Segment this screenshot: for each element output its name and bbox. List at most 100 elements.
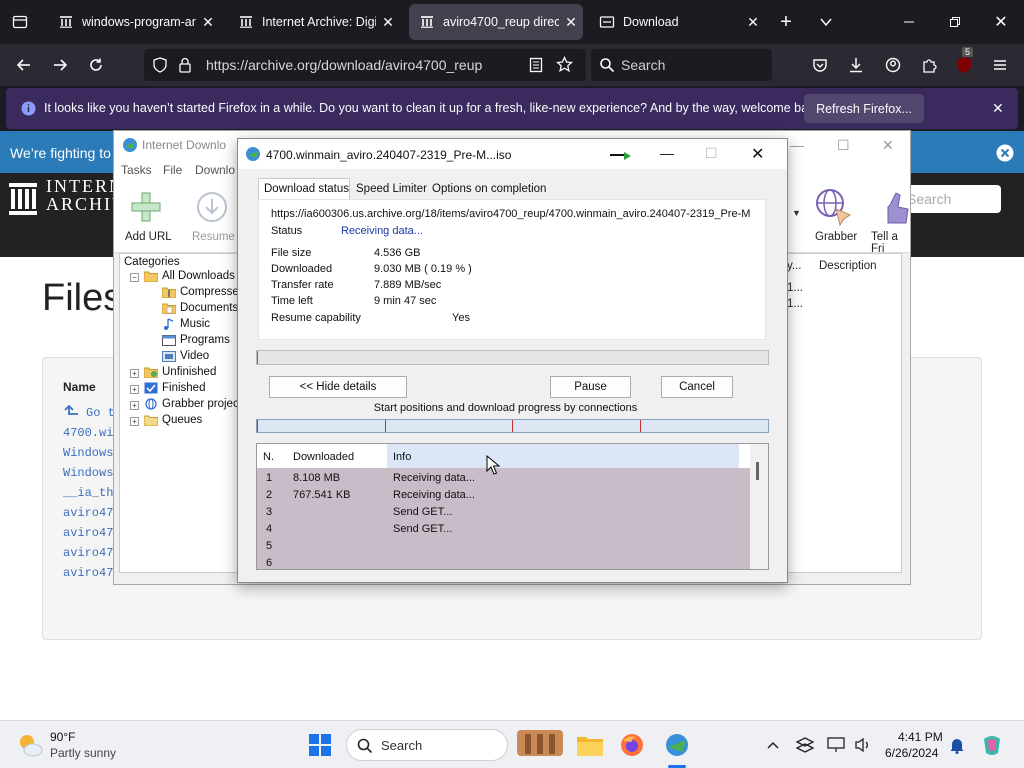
tab-download-status[interactable]: Download status <box>264 183 349 195</box>
app-menu-icon[interactable] <box>988 53 1012 77</box>
tracking-shield-icon[interactable] <box>152 57 168 73</box>
hide-details-button[interactable]: << Hide details <box>269 376 407 398</box>
idm-taskbar-icon[interactable] <box>663 731 691 759</box>
category-compressed[interactable]: Compresse <box>162 286 239 298</box>
collapse-toggle-icon[interactable]: − <box>130 273 139 282</box>
category-finished[interactable]: Finished <box>144 382 205 394</box>
display-icon[interactable] <box>822 731 850 759</box>
cancel-button[interactable]: Cancel <box>661 376 733 398</box>
extensions-puzzle-icon[interactable] <box>917 53 941 77</box>
file-link[interactable]: aviro47 <box>63 506 113 520</box>
close-window-icon[interactable]: ✕ <box>989 10 1013 34</box>
grabber-button[interactable]: Grabber <box>815 231 857 243</box>
menu-tasks[interactable]: Tasks <box>121 163 152 177</box>
account-icon[interactable] <box>881 53 905 77</box>
downloaded-column-header[interactable]: Downloaded <box>293 451 354 463</box>
refresh-firefox-button[interactable]: Refresh Firefox... <box>804 94 924 123</box>
back-arrow-icon[interactable] <box>12 53 36 77</box>
archive-logo-icon[interactable] <box>9 183 37 215</box>
tab-speed-limiter[interactable]: Speed Limiter <box>356 183 427 195</box>
file-link[interactable]: aviro47 <box>63 566 113 580</box>
padlock-icon[interactable] <box>178 57 192 73</box>
address-bar[interactable]: https://archive.org/download/aviro4700_r… <box>144 49 586 81</box>
reader-view-icon[interactable] <box>529 57 543 73</box>
minimize-dialog-icon[interactable]: — <box>660 145 674 161</box>
list-cell[interactable]: 1... <box>787 282 803 294</box>
category-music[interactable]: Music <box>162 318 210 330</box>
close-dialog-icon[interactable]: ✕ <box>751 144 764 164</box>
downloads-icon[interactable] <box>844 53 868 77</box>
tab-internet-archive[interactable]: Internet Archive: Digit ✕ <box>228 4 400 40</box>
menu-file[interactable]: File <box>163 163 182 177</box>
grabber-globe-icon[interactable] <box>810 185 856 227</box>
file-link[interactable]: 4700.wi <box>63 426 113 440</box>
tab-download[interactable]: Download ✕ <box>589 4 765 40</box>
tab-close-icon[interactable]: ✕ <box>376 14 400 31</box>
archive-logo-text[interactable]: INTERNET ARCHIVE <box>46 177 116 213</box>
add-url-icon[interactable] <box>130 191 162 223</box>
minimize-window-icon[interactable] <box>897 10 921 34</box>
network-icon[interactable] <box>791 731 819 759</box>
pocket-icon[interactable] <box>808 53 832 77</box>
pause-button[interactable]: Pause <box>550 376 631 398</box>
file-link[interactable]: aviro47 <box>63 546 113 560</box>
list-cell[interactable]: 1... <box>787 298 803 310</box>
new-tab-icon[interactable]: + <box>774 10 798 34</box>
reload-icon[interactable] <box>84 53 108 77</box>
maximize-dialog-icon[interactable]: ☐ <box>705 145 718 162</box>
category-unfinished[interactable]: Unfinished <box>144 366 216 378</box>
tell-friend-icon[interactable] <box>882 189 910 225</box>
restore-window-icon[interactable] <box>943 10 967 34</box>
taskbar-time[interactable]: 4:41 PM <box>898 730 943 744</box>
resume-button[interactable]: Resume <box>192 231 235 243</box>
close-window-icon[interactable]: ✕ <box>882 137 894 154</box>
parent-directory-link[interactable]: Go t <box>86 406 115 420</box>
ublock-origin-icon[interactable]: 5 <box>952 47 976 77</box>
n-column-header[interactable]: N. <box>263 451 274 463</box>
category-video[interactable]: Video <box>162 350 209 362</box>
tell-a-friend-button[interactable]: Tell a Fri <box>871 231 910 255</box>
tab-windows-program[interactable]: windows-program-arc ✕ <box>48 4 220 40</box>
file-link[interactable]: aviro47 <box>63 526 113 540</box>
firefox-taskbar-icon[interactable] <box>618 731 646 759</box>
close-notification-icon[interactable]: ✕ <box>992 100 1004 117</box>
taskbar-search-box[interactable]: Search <box>346 729 563 761</box>
info-column-header[interactable]: Info <box>393 451 411 463</box>
show-hidden-icons-chevron-icon[interactable] <box>759 731 787 759</box>
add-url-button[interactable]: Add URL <box>125 231 172 243</box>
name-column-header[interactable]: Name <box>63 380 96 394</box>
tab-close-icon[interactable]: ✕ <box>741 14 765 31</box>
menu-downloads[interactable]: Downlo <box>195 163 235 177</box>
search-bar[interactable]: Search <box>591 49 772 81</box>
file-explorer-icon[interactable] <box>576 731 604 759</box>
file-link[interactable]: __ia_th <box>63 486 113 500</box>
forward-arrow-icon[interactable] <box>48 53 72 77</box>
close-banner-icon[interactable] <box>996 144 1014 162</box>
expand-toggle-icon[interactable]: + <box>130 385 139 394</box>
description-column-header[interactable]: Description <box>819 260 877 272</box>
connections-scrollbar[interactable] <box>750 444 768 569</box>
tab-close-icon[interactable]: ✕ <box>196 14 220 31</box>
tab-close-icon[interactable]: ✕ <box>559 14 583 31</box>
tab-aviro4700-directory[interactable]: aviro4700_reup directo ✕ <box>409 4 583 40</box>
maximize-window-icon[interactable]: ☐ <box>837 137 850 154</box>
bookmark-star-icon[interactable] <box>556 56 573 73</box>
windows-start-icon[interactable] <box>306 731 334 759</box>
category-grabber-projects[interactable]: Grabber project <box>144 398 242 410</box>
weather-temperature[interactable]: 90°F <box>50 730 75 744</box>
resume-download-icon[interactable] <box>196 191 228 223</box>
partly-sunny-weather-icon[interactable] <box>16 731 44 759</box>
volume-settings-icon[interactable] <box>849 731 877 759</box>
weather-description[interactable]: Partly sunny <box>50 746 116 760</box>
expand-toggle-icon[interactable]: + <box>130 401 139 410</box>
file-link[interactable]: Windows <box>63 466 113 480</box>
expand-toggle-icon[interactable]: + <box>130 417 139 426</box>
notification-bell-icon[interactable] <box>943 731 971 759</box>
size-column-header[interactable]: y... <box>787 260 801 272</box>
category-documents[interactable]: Documents <box>162 302 238 314</box>
file-link[interactable]: Windows <box>63 446 113 460</box>
tab-options-on-completion[interactable]: Options on completion <box>432 183 546 195</box>
category-all-downloads[interactable]: All Downloads <box>144 270 235 282</box>
toolbar-more-chevron-icon[interactable]: ▼ <box>792 208 801 218</box>
scrollbar-thumb[interactable] <box>756 462 759 480</box>
